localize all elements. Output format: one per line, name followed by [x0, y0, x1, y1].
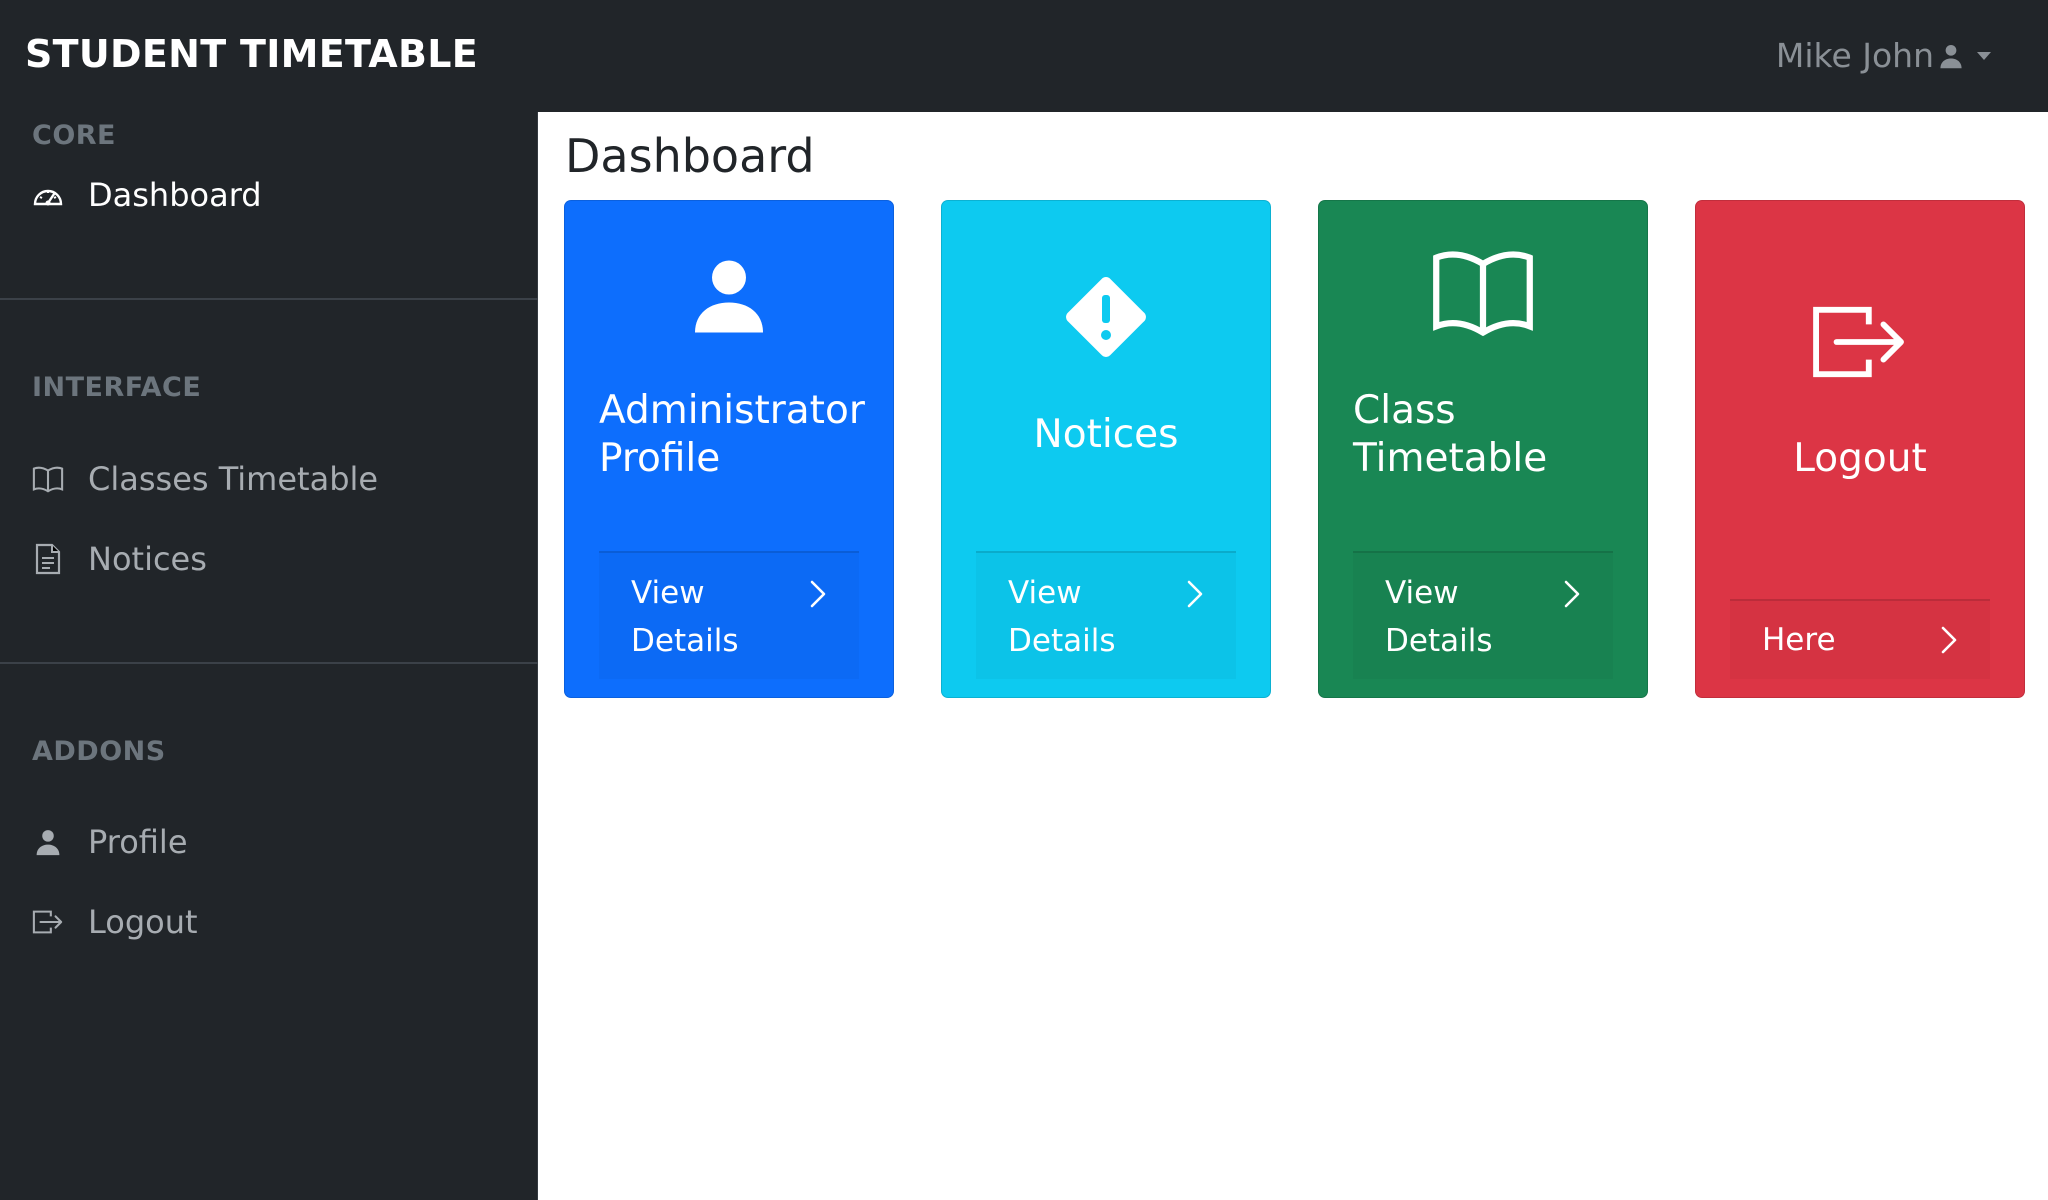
card-class-timetable: Class Timetable View Details — [1318, 200, 1648, 698]
sidebar-item-label: Classes Timetable — [88, 460, 379, 498]
user-icon — [1938, 43, 1964, 69]
sidebar-item-profile[interactable]: Profile — [0, 810, 538, 874]
user-icon — [32, 826, 64, 858]
user-name: Mike John — [1775, 36, 1934, 75]
chevron-right-icon — [1940, 625, 1958, 655]
sidebar-item-notices[interactable]: Notices — [0, 527, 538, 591]
user-dropdown[interactable]: Mike John — [1776, 36, 1992, 75]
brand-title[interactable]: STUDENT TIMETABLE — [25, 32, 478, 76]
logout-here-link[interactable]: Here — [1730, 599, 1990, 679]
main-content: Dashboard Administrator Profile View Det… — [539, 112, 2048, 1200]
chevron-right-icon — [809, 579, 827, 609]
sidebar-item-label: Logout — [88, 903, 198, 941]
logout-icon — [32, 906, 64, 938]
logout-icon — [1696, 301, 2024, 383]
document-icon — [32, 543, 64, 575]
card-footer-label: View Details — [1008, 575, 1116, 659]
card-title: Logout — [1793, 436, 1927, 481]
sidebar-item-label: Profile — [88, 823, 188, 861]
book-icon — [32, 463, 64, 495]
card-title: Administrator Profile — [599, 388, 865, 481]
sidebar: CORE Dashboard INTERFACE Classes Timetab… — [0, 112, 538, 1200]
sidebar-divider — [0, 662, 538, 664]
card-footer-label: View Details — [631, 575, 739, 659]
card-notices: Notices View Details — [941, 200, 1271, 698]
card-footer-label: View Details — [1385, 575, 1493, 659]
sidebar-item-classes-timetable[interactable]: Classes Timetable — [0, 447, 538, 511]
chevron-right-icon — [1186, 579, 1204, 609]
speedometer-icon — [32, 179, 64, 211]
card-logout: Logout Here — [1695, 200, 2025, 698]
card-footer-label: Here — [1762, 622, 1836, 658]
sidebar-divider — [0, 298, 538, 300]
sidebar-item-logout[interactable]: Logout — [0, 890, 538, 954]
warning-diamond-icon — [942, 265, 1270, 369]
book-icon — [1319, 247, 1647, 337]
user-icon — [565, 255, 893, 335]
sidebar-item-label: Dashboard — [88, 176, 262, 214]
card-administrator-profile: Administrator Profile View Details — [564, 200, 894, 698]
top-navbar: STUDENT TIMETABLE Mike John — [0, 0, 2048, 112]
sidebar-heading-addons: ADDONS — [32, 736, 166, 767]
card-title: Notices — [1033, 412, 1179, 457]
sidebar-item-label: Notices — [88, 540, 207, 578]
view-details-link[interactable]: View Details — [1353, 551, 1613, 679]
sidebar-heading-interface: INTERFACE — [32, 372, 202, 403]
page-title: Dashboard — [565, 129, 815, 183]
sidebar-item-dashboard[interactable]: Dashboard — [0, 163, 538, 227]
chevron-right-icon — [1563, 579, 1581, 609]
caret-down-icon — [1976, 51, 1992, 61]
view-details-link[interactable]: View Details — [976, 551, 1236, 679]
view-details-link[interactable]: View Details — [599, 551, 859, 679]
card-title: Class Timetable — [1353, 388, 1548, 481]
sidebar-heading-core: CORE — [32, 120, 117, 151]
